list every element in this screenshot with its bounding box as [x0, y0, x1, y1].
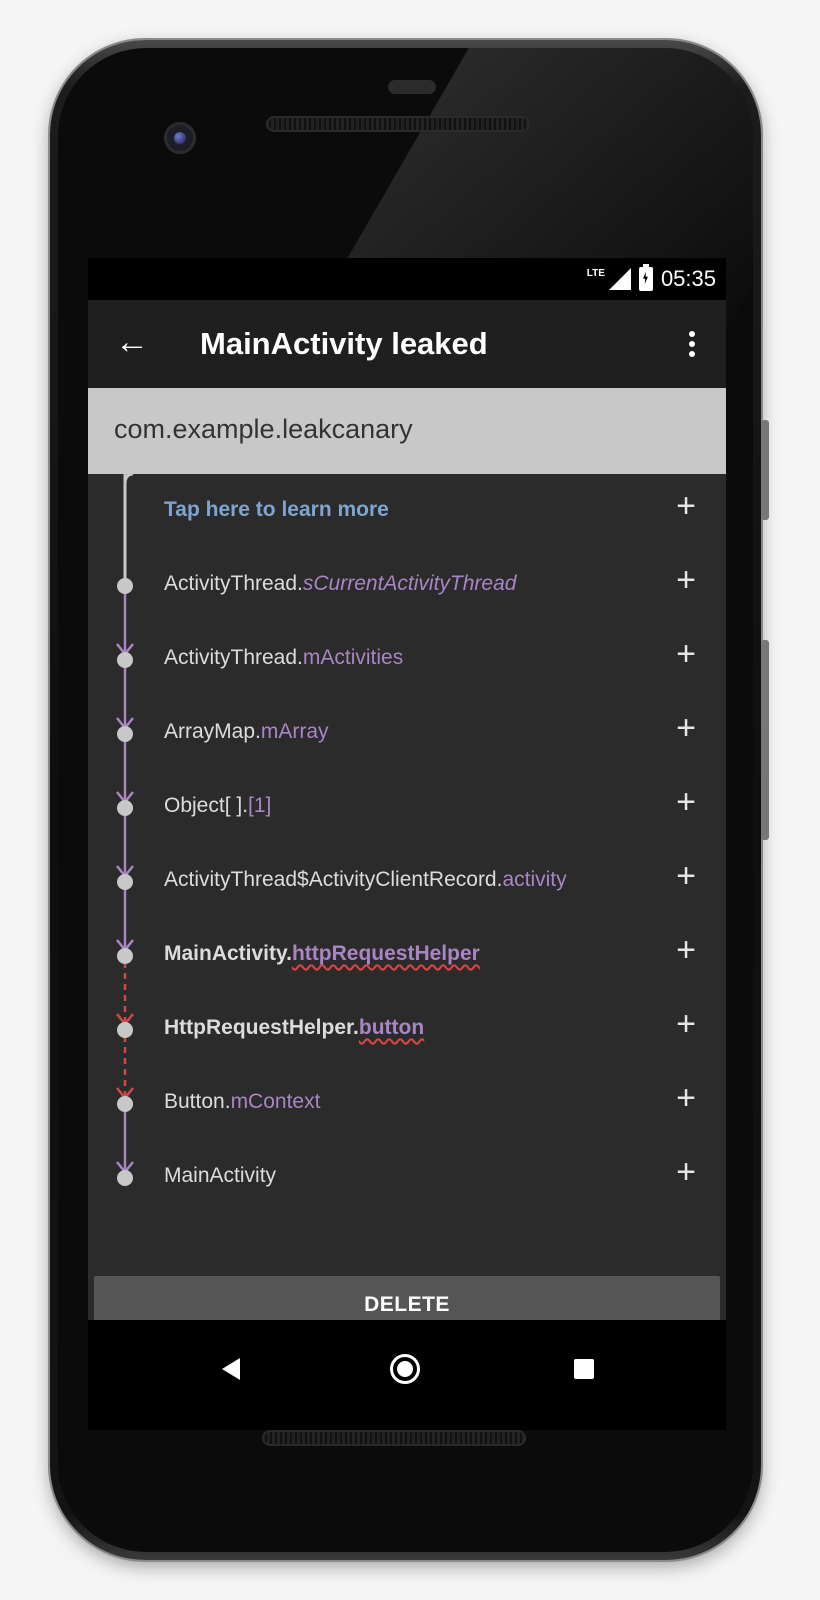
front-camera — [164, 122, 196, 154]
expand-plus-icon[interactable]: + — [668, 784, 704, 820]
trace-field-name: activity — [502, 868, 567, 891]
trace-class-name: Button. — [164, 1090, 231, 1113]
trace-class-name: MainActivity — [164, 1164, 277, 1187]
learn-more-row[interactable]: Tap here to learn more + — [88, 474, 726, 548]
trace-row-label: Button.mContext — [164, 1090, 320, 1114]
trace-field-name: [1] — [248, 794, 272, 817]
trace-field-name: button — [358, 1016, 425, 1039]
trace-row-label: ArrayMap.mArray — [164, 720, 329, 744]
expand-plus-icon[interactable]: + — [668, 858, 704, 894]
phone-frame: LTE 05:35 ← MainActivity leaked com.exam… — [50, 40, 769, 1560]
nav-back-icon[interactable] — [222, 1358, 240, 1380]
trace-class-name: ActivityThread. — [164, 572, 303, 595]
trace-row-label: ActivityThread$ActivityClientRecord.acti… — [164, 868, 567, 892]
trace-row[interactable]: MainActivity.httpRequestHelper + — [88, 918, 726, 992]
trace-row-label: ActivityThread.mActivities — [164, 646, 403, 670]
trace-row[interactable]: ActivityThread.sCurrentActivityThread + — [88, 548, 726, 622]
top-speaker-grille — [266, 116, 530, 132]
trace-class-name: ActivityThread$ActivityClientRecord. — [164, 868, 503, 891]
expand-plus-icon[interactable]: + — [668, 1080, 704, 1116]
power-button — [761, 420, 769, 520]
expand-plus-icon[interactable]: + — [668, 710, 704, 746]
trace-row-label: HttpRequestHelper.button — [164, 1016, 424, 1040]
trace-row-label: ActivityThread.sCurrentActivityThread — [164, 572, 516, 596]
trace-row[interactable]: Button.mContext + — [88, 1066, 726, 1140]
app-bar: ← MainActivity leaked — [88, 300, 726, 388]
overflow-menu-icon[interactable] — [672, 322, 712, 366]
status-bar: LTE 05:35 — [88, 258, 726, 300]
phone-face: LTE 05:35 ← MainActivity leaked com.exam… — [58, 48, 753, 1552]
trace-row[interactable]: ArrayMap.mArray + — [88, 696, 726, 770]
network-type: LTE — [586, 267, 605, 279]
nav-home-icon[interactable] — [390, 1354, 420, 1384]
signal-icon — [608, 268, 631, 290]
trace-field-name: mActivities — [302, 646, 404, 669]
expand-plus-icon[interactable]: + — [668, 636, 704, 672]
earpiece — [388, 80, 436, 94]
system-nav-bar — [88, 1320, 726, 1430]
trace-row-label: MainActivity — [164, 1164, 276, 1188]
expand-plus-icon[interactable]: + — [668, 1006, 704, 1042]
trace-row[interactable]: ActivityThread.mActivities + — [88, 622, 726, 696]
trace-row-label: MainActivity.httpRequestHelper — [164, 942, 480, 966]
expand-plus-icon[interactable]: + — [668, 1154, 704, 1190]
clock: 05:35 — [660, 266, 716, 291]
trace-field-name: mArray — [260, 720, 329, 743]
nav-recents-icon[interactable] — [574, 1359, 594, 1379]
package-header: com.example.leakcanary — [88, 388, 726, 474]
expand-plus-icon[interactable]: + — [668, 488, 704, 524]
trace-row[interactable]: HttpRequestHelper.button + — [88, 992, 726, 1066]
expand-plus-icon[interactable]: + — [668, 932, 704, 968]
trace-class-name: MainActivity. — [164, 942, 292, 965]
trace-class-name: HttpRequestHelper. — [164, 1016, 359, 1039]
trace-class-name: ActivityThread. — [164, 646, 303, 669]
battery-charging-icon — [638, 264, 653, 291]
trace-row[interactable]: Object[ ].[1] + — [88, 770, 726, 844]
trace-class-name: Object[ ]. — [164, 794, 249, 817]
trace-field-name: httpRequestHelper — [291, 942, 480, 965]
delete-button[interactable]: DELETE — [94, 1276, 720, 1320]
bottom-speaker-grille — [262, 1430, 526, 1446]
trace-field-name: mContext — [230, 1090, 321, 1113]
app-screen: LTE 05:35 ← MainActivity leaked com.exam… — [88, 258, 726, 1320]
learn-more-link[interactable]: Tap here to learn more — [164, 498, 389, 522]
page-title: MainActivity leaked — [200, 326, 488, 361]
trace-row[interactable]: ActivityThread$ActivityClientRecord.acti… — [88, 844, 726, 918]
trace-row[interactable]: MainActivity + — [88, 1140, 726, 1214]
trace-row-label: Object[ ].[1] — [164, 794, 271, 818]
leak-trace-list: Tap here to learn more + ActivityThread.… — [88, 474, 726, 1264]
expand-plus-icon[interactable]: + — [668, 562, 704, 598]
back-arrow-icon[interactable]: ← — [112, 322, 152, 362]
trace-class-name: ArrayMap. — [164, 720, 261, 743]
trace-field-name: sCurrentActivityThread — [302, 572, 517, 595]
volume-button — [761, 640, 769, 840]
